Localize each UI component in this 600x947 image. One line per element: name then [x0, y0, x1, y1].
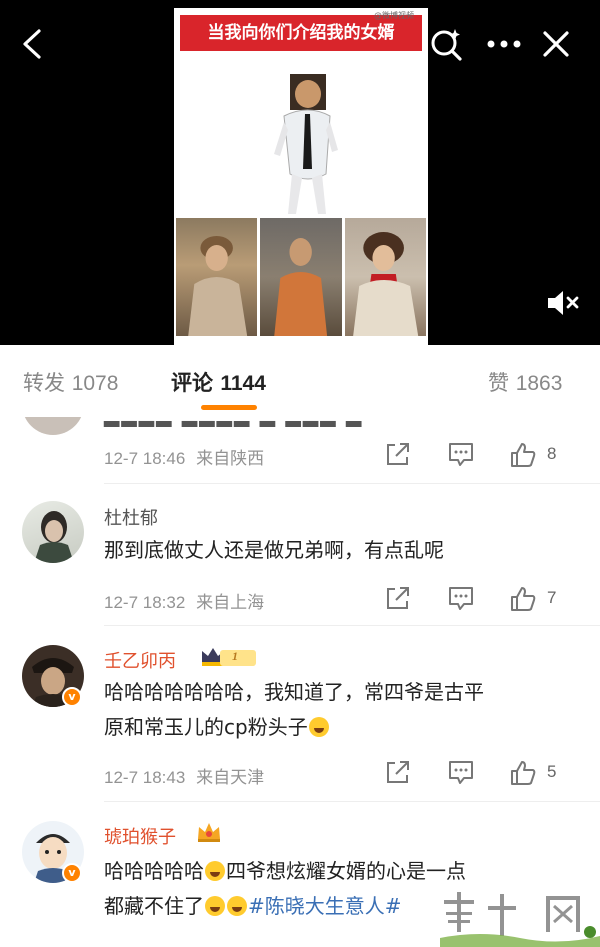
- comment-text-line: 哈哈哈哈哈哈哈，我知道了，常四爷是古平: [104, 680, 484, 704]
- comment-text-fragment: 哈哈哈哈哈: [104, 859, 204, 883]
- meme-figure-image: [274, 74, 338, 214]
- back-button[interactable]: [10, 22, 54, 66]
- active-tab-indicator: [201, 405, 257, 410]
- share-icon: [387, 761, 409, 783]
- share-button[interactable]: [385, 441, 415, 471]
- reply-button[interactable]: [447, 759, 477, 789]
- weibo-video-watermark: @微博视频: [374, 11, 414, 20]
- site-watermark-logo: [440, 892, 600, 947]
- photo-2: [260, 218, 342, 336]
- comment-icon: [449, 443, 473, 466]
- close-button[interactable]: [534, 22, 578, 66]
- thumbs-up-icon: [511, 443, 536, 467]
- comment-text-line: 原和常玉儿的cp粉头子: [104, 710, 584, 745]
- divider: [104, 801, 600, 802]
- comment-text-fragment: 都藏不住了: [104, 894, 204, 918]
- divider: [104, 625, 600, 626]
- crown-level-badge: [202, 648, 256, 666]
- photo-1: [176, 218, 258, 336]
- comment-text-fragment: 四爷想炫耀女婿的心是一点: [226, 859, 466, 883]
- speaker-muted-icon: [548, 291, 579, 315]
- photo-3: [344, 218, 426, 336]
- like-button[interactable]: [509, 759, 539, 789]
- comment-location: 来自天津: [196, 768, 265, 788]
- comment-list: ▂▂▂▂ ▂▂▂▂ ▂ ▂▂▂ ▂ 12-7 18:46 来自陕西: [0, 417, 600, 947]
- like-count: 8: [547, 444, 557, 463]
- tab-repost-count: 1078: [71, 372, 119, 395]
- comment-actions: 8: [380, 441, 600, 471]
- search-sparkle-icon: [431, 29, 462, 61]
- avatar[interactable]: [22, 417, 84, 435]
- share-icon: [387, 443, 409, 465]
- reply-button[interactable]: [447, 585, 477, 615]
- comment-icon: [449, 761, 473, 784]
- comment-text-clipped: ▂▂▂▂ ▂▂▂▂ ▂ ▂▂▂ ▂: [104, 417, 363, 427]
- comment-meta: 12-7 18:43 来自天津: [104, 763, 264, 788]
- thumbs-up-icon: [511, 587, 536, 611]
- comment-location: 来自陕西: [196, 449, 265, 469]
- laughing-emoji-icon: [308, 717, 329, 737]
- laughing-emoji-icon: [205, 896, 225, 916]
- level-number: 1: [232, 649, 238, 663]
- comment-meta: 12-7 18:32 来自上海: [104, 588, 264, 613]
- comment-username[interactable]: 壬乙卯丙: [104, 647, 176, 673]
- close-icon: [543, 31, 569, 57]
- search-image-button[interactable]: [424, 22, 468, 66]
- tab-repost[interactable]: 转发 1078: [23, 367, 118, 397]
- comment-location: 来自上海: [196, 593, 265, 613]
- comment-actions: 5: [380, 759, 600, 789]
- more-dots-icon: [487, 40, 521, 48]
- crown-badge-icon: [198, 823, 220, 842]
- interaction-tabs: 转发 1078 评论 1144 赞 1863: [0, 345, 600, 417]
- comment-time: 12-7 18:32: [104, 593, 186, 612]
- more-button[interactable]: [482, 22, 526, 66]
- tab-repost-label: 转发: [23, 371, 65, 395]
- tab-comments-label: 评论: [171, 371, 213, 395]
- thumbs-up-icon: [511, 761, 536, 785]
- photo-strip: [176, 218, 426, 336]
- comment-time: 12-7 18:46: [104, 449, 186, 468]
- mute-button[interactable]: [545, 288, 581, 318]
- laughing-emoji-icon: [205, 861, 225, 881]
- tab-likes-count: 1863: [515, 372, 563, 395]
- share-button[interactable]: [385, 759, 415, 789]
- tab-comments[interactable]: 评论 1144: [171, 367, 266, 397]
- comment-text-fragment: 原和常玉儿的cp粉头子: [104, 715, 308, 739]
- like-button[interactable]: [509, 441, 539, 471]
- comment-text: 那到底做丈人还是做兄弟啊，有点乱呢: [104, 538, 444, 562]
- tab-likes-label: 赞: [488, 371, 509, 395]
- comment-meta: 12-7 18:46 来自陕西: [104, 444, 264, 469]
- share-icon: [387, 587, 409, 609]
- comment-actions: 7: [380, 585, 600, 615]
- like-count: 7: [547, 588, 557, 607]
- video-frame: 当我向你们介绍我的女婿 @微博视频: [174, 8, 428, 345]
- chevron-left-icon: [23, 29, 41, 59]
- tab-likes[interactable]: 赞 1863: [488, 367, 562, 397]
- like-button[interactable]: [509, 585, 539, 615]
- comment-username[interactable]: 琥珀猴子: [104, 823, 176, 849]
- divider: [104, 483, 600, 484]
- verified-badge: v: [62, 863, 82, 883]
- comment-text: 哈哈哈哈哈哈哈，我知道了，常四爷是古平 原和常玉儿的cp粉头子: [104, 675, 584, 745]
- topic-hashtag-link[interactable]: #陈晓大生意人#: [248, 894, 402, 918]
- avatar[interactable]: [22, 501, 84, 563]
- tab-comments-count: 1144: [220, 372, 266, 395]
- verified-badge: v: [62, 687, 82, 707]
- comment-time: 12-7 18:43: [104, 768, 186, 787]
- share-button[interactable]: [385, 585, 415, 615]
- laughing-emoji-icon: [227, 896, 247, 916]
- reply-button[interactable]: [447, 441, 477, 471]
- like-count: 5: [547, 762, 557, 781]
- comment-username[interactable]: 杜杜郁: [104, 504, 158, 530]
- video-player[interactable]: 当我向你们介绍我的女婿 @微博视频: [0, 0, 600, 345]
- comment-icon: [449, 587, 473, 610]
